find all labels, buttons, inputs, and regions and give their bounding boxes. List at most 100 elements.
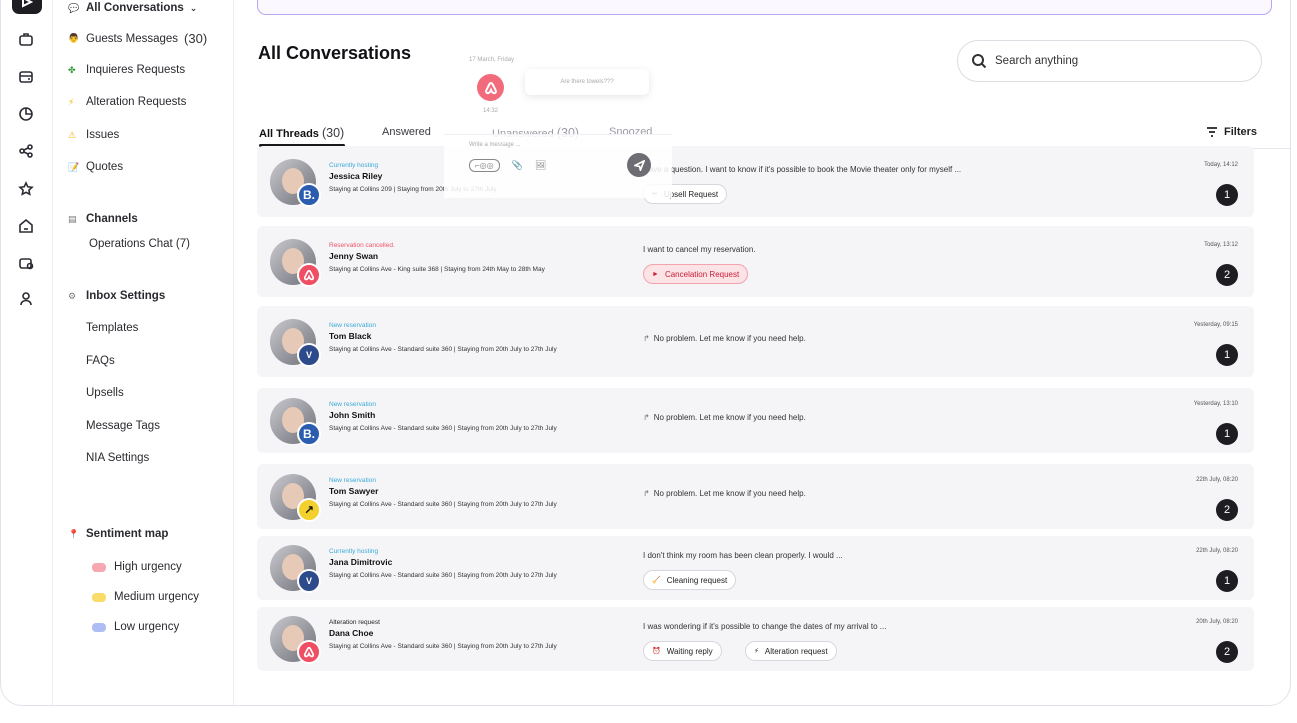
settings-wallet-icon[interactable] <box>14 251 38 275</box>
nav-label: NIA Settings <box>86 452 150 464</box>
unread-count: 1 <box>1216 570 1238 592</box>
pie-chart-icon[interactable] <box>14 102 38 126</box>
sentiment-low: Low urgency <box>92 621 179 633</box>
icon-rail <box>1 0 53 705</box>
guest-icon: 👨 <box>68 33 80 43</box>
message-time: 22th July, 08:20 <box>1196 548 1238 554</box>
last-message: ↱ No problem. Let me know if you need hel… <box>643 489 806 498</box>
preview-date: 17 March, Friday <box>469 57 515 63</box>
medium-urgency-swatch <box>92 592 106 602</box>
memo-icon: 📝 <box>68 161 80 172</box>
last-message: I don't think my room has been clean pro… <box>643 551 843 560</box>
share-icon[interactable] <box>14 139 38 163</box>
warning-icon: ⚠ <box>68 129 77 140</box>
all-conversations-dropdown[interactable]: 💬 All Conversations ⌄ <box>68 2 197 14</box>
last-message: ↱ No problem. Let me know if you need hel… <box>643 413 806 422</box>
conversation-row[interactable]: V New reservation Tom Black Staying at Coll… <box>257 306 1254 377</box>
nav-item-quotes[interactable]: 📝 Quotes <box>68 161 123 173</box>
vrbo-icon: V <box>297 343 321 367</box>
nav-item-faqs[interactable]: FAQs <box>86 355 115 367</box>
nav-item-alteration-requests[interactable]: ⚡ Alteration Requests <box>68 96 186 108</box>
message-text: I don't think my room has been clean pro… <box>643 551 843 560</box>
image-icon[interactable]: 🖼 <box>535 160 546 171</box>
tab-all-threads[interactable]: All Threads (30) <box>259 126 344 140</box>
search-box[interactable] <box>957 40 1262 82</box>
pin-icon: 📍 <box>68 528 80 539</box>
conversation-row[interactable]: V Currently hosting Jana Dimitrovic Staying… <box>257 536 1254 600</box>
request-tag[interactable]: ⏰ Waiting reply <box>643 641 722 661</box>
search-input[interactable] <box>995 55 1235 67</box>
filters-button[interactable]: Filters <box>1206 126 1257 138</box>
message-time: 22th July, 08:20 <box>1196 477 1238 483</box>
home-icon[interactable] <box>14 214 38 238</box>
unread-count: 2 <box>1216 499 1238 521</box>
section-title: Channels <box>86 213 138 225</box>
preview-composer: Write a message ... ⌐◎◎ 📎 🖼 <box>444 134 672 198</box>
paperclip-icon[interactable]: 📎 <box>512 160 523 171</box>
nav-label: Guests Messages <box>86 32 179 45</box>
nav-label: FAQs <box>86 355 115 367</box>
nav-label: Issues <box>86 129 120 141</box>
nav-label: Quotes <box>86 161 124 173</box>
stay-details: Staying at Collins Ave - Standard suite … <box>329 643 557 650</box>
conversation-row[interactable]: ↗ New reservation Tom Sawyer Staying at Col… <box>257 464 1254 529</box>
conversation-row[interactable]: Alteration request Dana Choe Staying at Co… <box>257 607 1254 671</box>
reservation-status: New reservation <box>329 401 376 408</box>
tag-label: Upsell Request <box>663 189 719 199</box>
tab-count: (30) <box>321 126 345 140</box>
request-tag[interactable]: 🧹 Cleaning request <box>643 570 737 590</box>
nav-item-guests-messages[interactable]: 👨 Guests Messages (30) <box>68 31 207 46</box>
booking-icon: B. <box>297 422 321 446</box>
preview-time: 14:32 <box>483 108 499 114</box>
nav-item-templates[interactable]: Templates <box>86 322 138 334</box>
search-icon <box>972 54 987 69</box>
tag-label: Alteration request <box>764 646 828 656</box>
sentiment-label: Medium urgency <box>114 591 200 603</box>
stay-details: Staying at Collins Ave - King suite 368 … <box>329 266 545 273</box>
section-title: Inbox Settings <box>86 290 166 302</box>
nav-item-upsells[interactable]: Upsells <box>86 387 124 399</box>
send-button[interactable] <box>627 153 651 177</box>
nav-item-inquiries[interactable]: ✤ Inquieres Requests <box>68 64 185 76</box>
message-text: I want to cancel my reservation. <box>643 245 756 254</box>
nav-item-issues[interactable]: ⚠ Issues <box>68 129 119 141</box>
guest-name: Dana Choe <box>329 628 374 638</box>
conversation-row[interactable]: B. Currently hosting Jessica Riley Staying … <box>257 146 1254 217</box>
reservation-status: Currently hosting <box>329 162 379 169</box>
message-text: No problem. Let me know if you need help… <box>653 334 806 343</box>
message-text: I was wondering if it's possible to chan… <box>643 622 887 631</box>
vrbo-icon: V <box>297 569 321 593</box>
conversation-row[interactable]: B. New reservation John Smith Staying at Co… <box>257 388 1254 453</box>
message-text: No problem. Let me know if you need help… <box>653 413 806 422</box>
sentiment-label: Low urgency <box>114 621 180 633</box>
inbox-settings-heading: ⚙ Inbox Settings <box>68 290 165 302</box>
nav-label: Upsells <box>86 387 124 399</box>
thread-tabs: All Threads (30) Answered Unanswered (30… <box>259 126 1290 148</box>
stay-details: Staying at Collins Ave - Standard suite … <box>329 346 557 353</box>
nav-item-message-tags[interactable]: Message Tags <box>86 420 160 432</box>
nav-item-nia-settings[interactable]: NIA Settings <box>86 452 149 464</box>
request-tag[interactable]: ⚡ Alteration request <box>745 641 837 661</box>
unread-count: 1 <box>1216 344 1238 366</box>
reservation-status: Alteration request <box>329 619 380 626</box>
unread-count: 2 <box>1216 641 1238 663</box>
message-time: Today, 13:12 <box>1204 242 1238 248</box>
briefcase-icon[interactable] <box>14 27 38 51</box>
reply-arrow-icon: ↱ <box>643 413 650 422</box>
send-icon[interactable] <box>12 0 42 14</box>
nav-label: Inquieres Requests <box>86 64 186 76</box>
request-tag[interactable]: ► Cancelation Request <box>643 264 749 284</box>
star-icon[interactable] <box>14 177 38 201</box>
tag-icon: ⚡ <box>754 648 759 655</box>
filter-icon <box>1207 127 1217 137</box>
tag-icon: ⏰ <box>652 648 661 655</box>
nia-bot-icon[interactable]: ⌐◎◎ <box>469 159 500 172</box>
wallet-icon[interactable] <box>14 65 38 89</box>
tab-answered[interactable]: Answered <box>382 126 431 138</box>
user-icon[interactable] <box>14 287 38 311</box>
nav-item-operations-chat[interactable]: Operations Chat (7) <box>89 238 190 250</box>
sentiment-high: High urgency <box>92 561 182 573</box>
guest-name: Tom Black <box>329 331 372 341</box>
conversation-row[interactable]: Reservation cancelled. Jenny Swan Staying … <box>257 226 1254 297</box>
message-time: Yesterday, 13:10 <box>1193 401 1238 407</box>
